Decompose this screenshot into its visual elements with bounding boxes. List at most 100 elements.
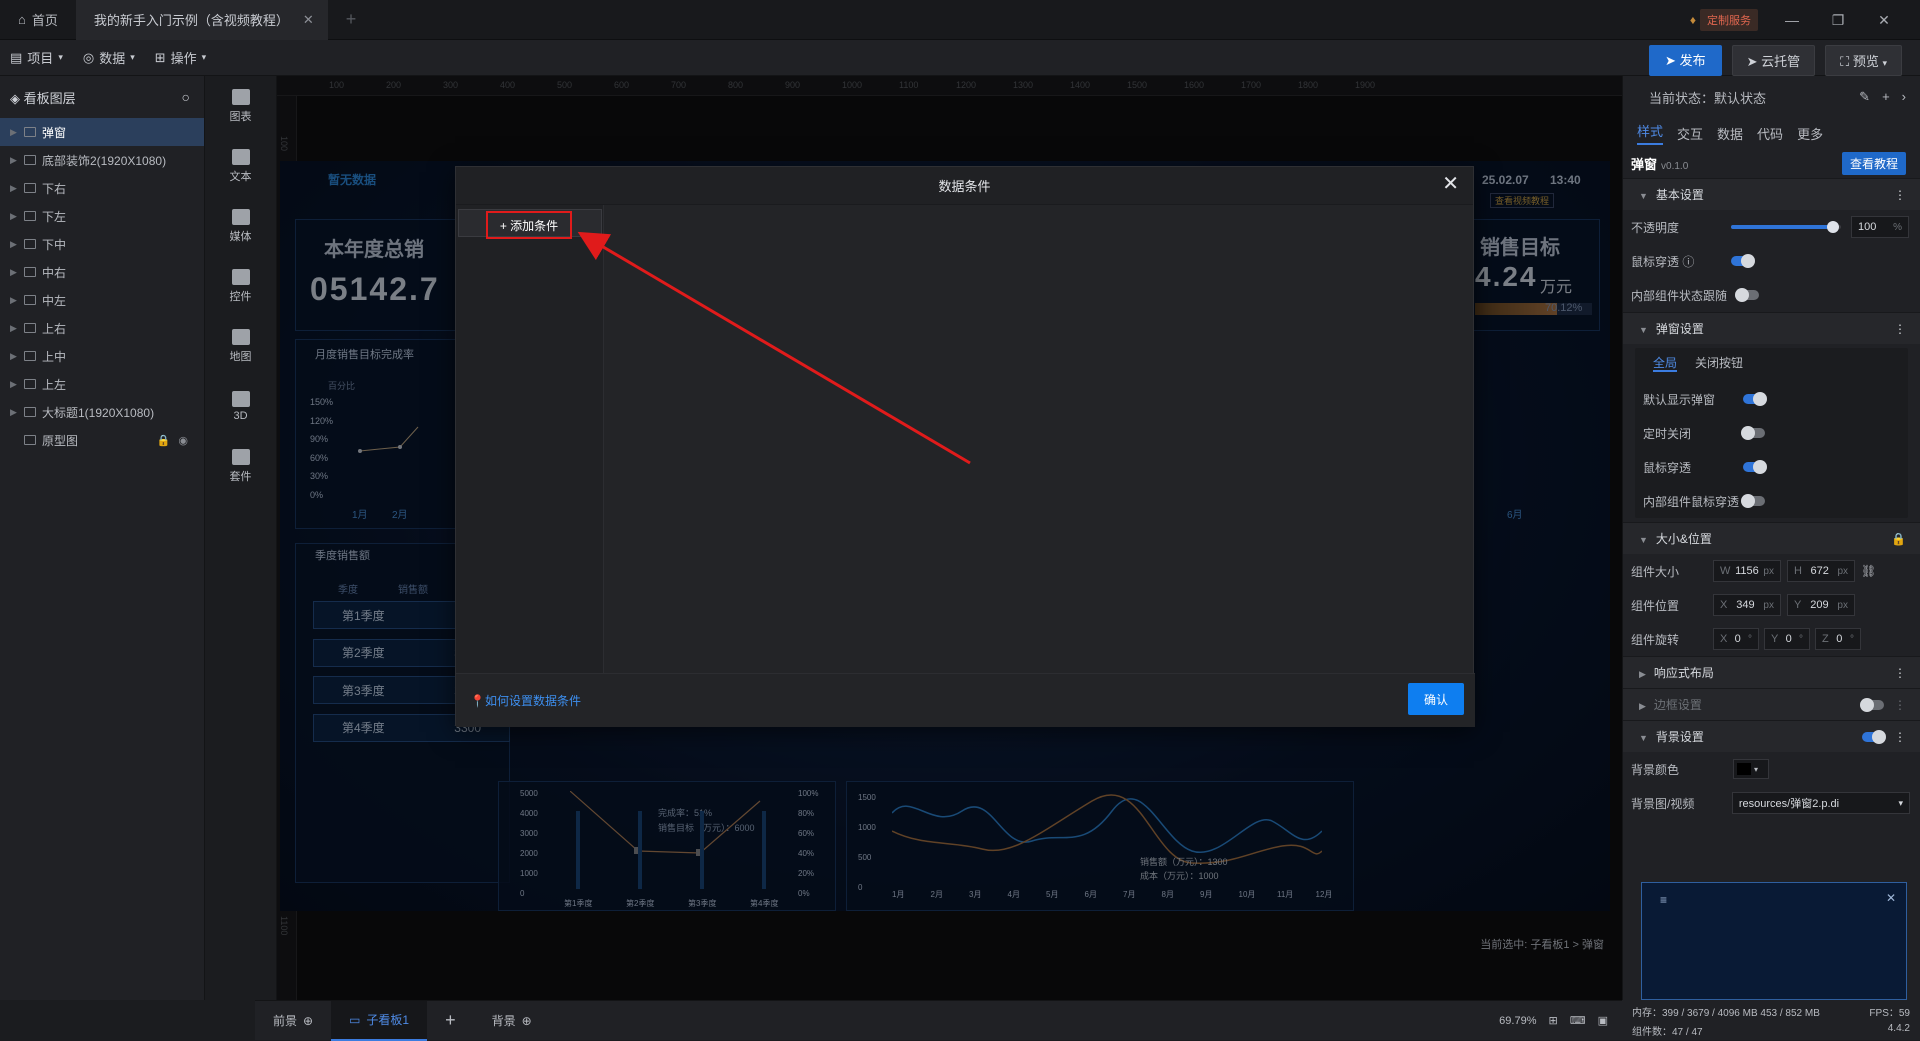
responsive-section[interactable]: ▶ 响应式布局 ⋮ <box>1623 656 1920 688</box>
more-icon[interactable]: ⋮ <box>1894 188 1906 202</box>
current-state[interactable]: 当前状态：默认状态 <box>1649 88 1766 107</box>
inner-mouse-toggle[interactable] <box>1741 494 1765 508</box>
terminal-icon[interactable]: ▣ <box>1598 1014 1608 1027</box>
caret-right-icon[interactable]: ▶ <box>10 239 18 250</box>
operate-menu[interactable]: ⊞ 操作 ▾ <box>145 48 216 67</box>
add-board-icon[interactable]: + <box>427 1001 474 1041</box>
link-icon[interactable]: ⛓ <box>1861 564 1876 578</box>
caret-right-icon[interactable]: ▶ <box>10 379 18 390</box>
tab-close-button[interactable]: 关闭按钮 <box>1695 354 1743 382</box>
close-icon[interactable]: ✕ <box>1442 174 1459 194</box>
library-item[interactable]: 文本 <box>205 136 276 196</box>
cloud-hosting-button[interactable]: ➤ 云托管 <box>1731 45 1816 76</box>
lock-icon[interactable]: 🔒 <box>1891 532 1906 546</box>
bg-media-select[interactable]: resources/弹窗2.p.di ▾ <box>1731 792 1910 814</box>
background-tab[interactable]: 背景 ⊕ <box>474 1001 550 1041</box>
view-tutorial-button[interactable]: 查看教程 <box>1841 151 1906 175</box>
bg-color-picker[interactable]: ▾ <box>1733 759 1769 779</box>
subboard-tab[interactable]: ▭ 子看板1 <box>331 1000 428 1041</box>
library-item[interactable]: 地图 <box>205 316 276 376</box>
caret-right-icon[interactable]: ▶ <box>10 407 18 418</box>
library-item[interactable]: 控件 <box>205 256 276 316</box>
background-section[interactable]: ▼ 背景设置 ⋮ <box>1623 720 1920 752</box>
caret-right-icon[interactable]: ▶ <box>10 127 18 138</box>
caret-right-icon[interactable]: ▶ <box>10 295 18 306</box>
keyboard-icon[interactable]: ⌨ <box>1570 1014 1586 1027</box>
width-input[interactable]: W 1156 px <box>1713 560 1781 582</box>
opacity-input[interactable]: 100 % <box>1851 216 1909 238</box>
maximize-icon[interactable]: ❐ <box>1826 12 1850 29</box>
layer-item[interactable]: ▶ 下中 <box>0 230 204 258</box>
property-tab[interactable]: 代码 <box>1757 124 1783 143</box>
layer-item[interactable]: ▶ 下右 <box>0 174 204 202</box>
mouse-through-2-toggle[interactable] <box>1743 460 1767 474</box>
help-link[interactable]: 📍如何设置数据条件 <box>470 692 581 709</box>
hidden-eye-icon[interactable]: ◉ <box>178 434 188 447</box>
preview-button[interactable]: ⛶ 预览 ▾ <box>1825 45 1902 76</box>
add-circle-icon[interactable]: ⊕ <box>522 1014 532 1028</box>
library-item[interactable]: 套件 <box>205 436 276 496</box>
opacity-slider[interactable] <box>1731 221 1841 233</box>
timed-close-toggle[interactable] <box>1741 426 1765 440</box>
confirm-button[interactable]: 确认 <box>1408 683 1464 715</box>
fit-screen-icon[interactable]: ⊞ <box>1548 1014 1557 1027</box>
default-show-toggle[interactable] <box>1743 392 1767 406</box>
property-tab[interactable]: 样式 <box>1637 121 1664 145</box>
document-tab[interactable]: 我的新手入门示例（含视频教程） ✕ <box>75 0 328 40</box>
add-icon[interactable]: + <box>1882 89 1890 105</box>
layer-item[interactable]: ▶ 中右 <box>0 258 204 286</box>
minimize-icon[interactable]: — <box>1780 12 1804 28</box>
help-circle-icon[interactable]: ⓘ <box>1682 255 1694 269</box>
layer-item[interactable]: ▶ 上中 <box>0 342 204 370</box>
more-icon[interactable]: ⋮ <box>1894 322 1906 336</box>
caret-right-icon[interactable]: ▶ <box>10 155 18 166</box>
border-toggle[interactable] <box>1860 697 1884 712</box>
layer-item[interactable]: ▶ 大标题1(1920X1080) <box>0 398 204 426</box>
library-item[interactable]: 媒体 <box>205 196 276 256</box>
layer-item[interactable]: ▶ 中左 <box>0 286 204 314</box>
layer-item[interactable]: ▶ 上左 <box>0 370 204 398</box>
add-condition-button[interactable]: + 添加条件 <box>486 211 572 239</box>
more-icon[interactable]: ⋮ <box>1894 666 1906 680</box>
caret-right-icon[interactable]: ▶ <box>10 183 18 194</box>
publish-button[interactable]: ➤ 发布 <box>1649 45 1722 76</box>
library-item[interactable]: 3D <box>205 376 276 436</box>
layer-item[interactable]: ▶ 下左 <box>0 202 204 230</box>
basic-settings-section[interactable]: ▼ 基本设置 ⋮ <box>1623 178 1920 210</box>
library-item[interactable]: 图表 <box>205 76 276 136</box>
more-icon[interactable]: ⋮ <box>1894 698 1906 712</box>
border-section[interactable]: ▶ 边框设置 ⋮ <box>1623 688 1920 720</box>
rotate-z-input[interactable]: Z 0 ° <box>1815 628 1861 650</box>
lock-icon[interactable]: 🔒 <box>157 434 171 447</box>
property-tab[interactable]: 交互 <box>1677 124 1703 143</box>
caret-right-icon[interactable]: ▶ <box>10 211 18 222</box>
layer-item[interactable]: ▶ 弹窗 <box>0 118 204 146</box>
foreground-tab[interactable]: 前景 ⊕ <box>255 1001 331 1041</box>
rotate-x-input[interactable]: X 0 ° <box>1713 628 1759 650</box>
data-menu[interactable]: ◎ 数据 ▾ <box>73 48 145 67</box>
project-menu[interactable]: ▤ 项目 ▾ <box>0 48 73 67</box>
x-input[interactable]: X 349 px <box>1713 594 1781 616</box>
chevron-right-icon[interactable]: › <box>1902 89 1906 105</box>
layer-item[interactable]: ▶ 底部装饰2(1920X1080) <box>0 146 204 174</box>
property-tab[interactable]: 数据 <box>1717 124 1743 143</box>
close-window-icon[interactable]: ✕ <box>1872 12 1896 29</box>
caret-right-icon[interactable]: ▶ <box>10 323 18 334</box>
inner-state-toggle[interactable] <box>1735 288 1760 302</box>
caret-right-icon[interactable]: ▶ <box>10 351 18 362</box>
caret-right-icon[interactable]: ▶ <box>10 267 18 278</box>
layer-item[interactable]: ▶ 上右 <box>0 314 204 342</box>
mouse-through-toggle[interactable] <box>1731 254 1755 268</box>
more-icon[interactable]: ⋮ <box>1894 730 1906 744</box>
add-circle-icon[interactable]: ⊕ <box>303 1014 313 1028</box>
layer-item[interactable]: 原型图 🔒 ◉ <box>0 426 204 454</box>
tab-global[interactable]: 全局 <box>1653 354 1678 372</box>
edit-icon[interactable]: ✎ <box>1859 89 1870 105</box>
home-tab[interactable]: ⌂ 首页 <box>0 0 76 40</box>
popup-settings-section[interactable]: ▼ 弹窗设置 ⋮ <box>1623 312 1920 344</box>
close-tab-icon[interactable]: ✕ <box>303 12 314 28</box>
custom-service-button[interactable]: ♦ 定制服务 <box>1690 9 1758 31</box>
new-tab-icon[interactable]: + <box>328 9 375 30</box>
y-input[interactable]: Y 209 px <box>1787 594 1855 616</box>
rotate-y-input[interactable]: Y 0 ° <box>1764 628 1810 650</box>
